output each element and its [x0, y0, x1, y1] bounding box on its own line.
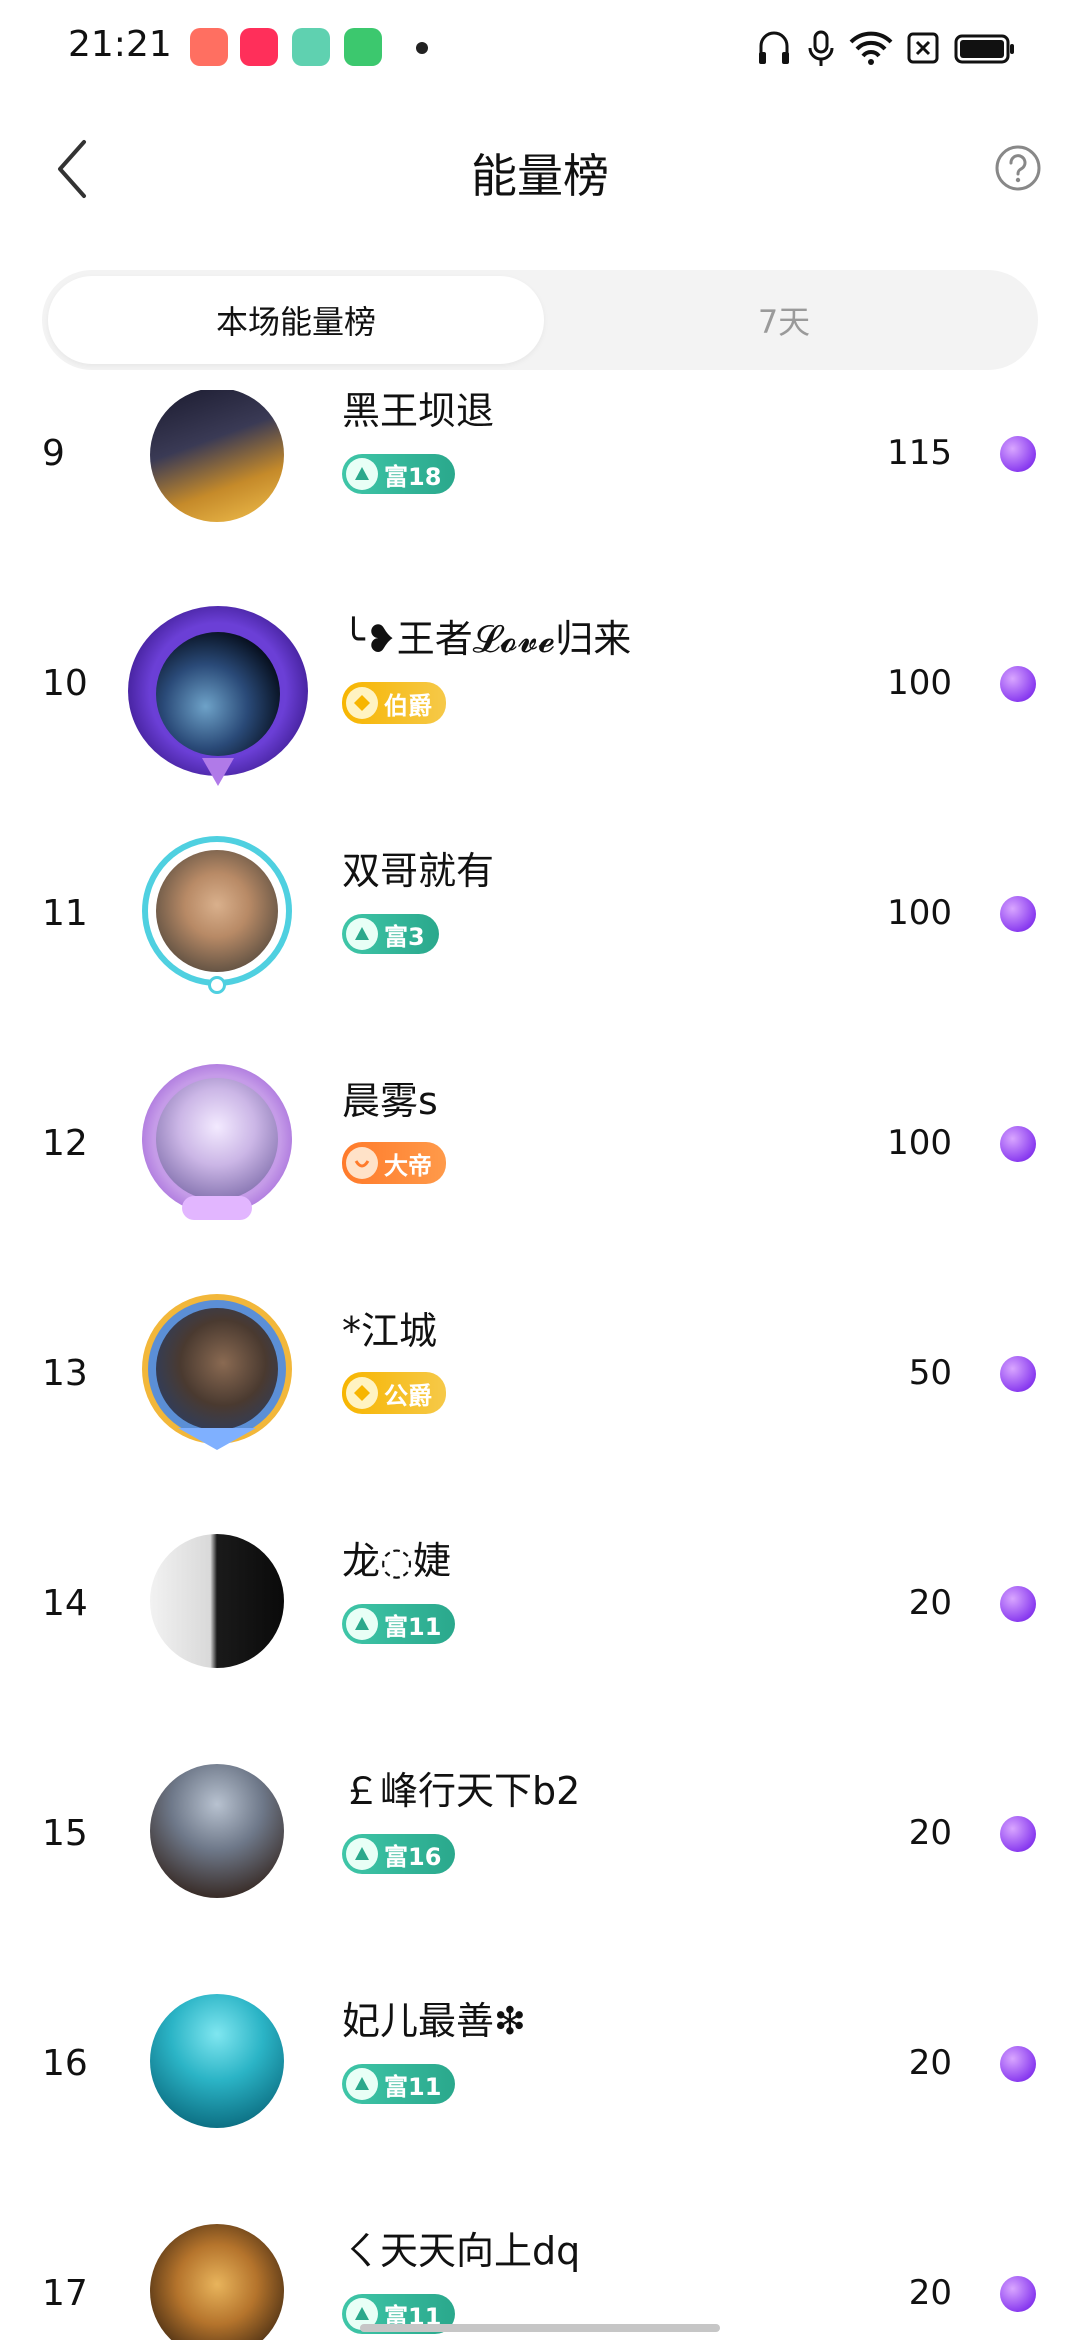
energy-score: 50 — [908, 1353, 952, 1393]
crown-icon — [346, 1147, 378, 1179]
energy-bolt-icon — [1000, 1126, 1036, 1162]
level-badge: 富18 — [342, 454, 456, 494]
tab-7-days[interactable]: 7天 — [536, 276, 1032, 364]
app-icon-1 — [190, 28, 228, 66]
ranking-row[interactable]: 10 ╰❥王者𝓛𝓸𝓿𝓮归来 伯爵 100 — [0, 520, 1080, 786]
ranking-tabs: 本场能量榜 7天 — [42, 270, 1038, 370]
user-name: *江城 — [342, 1309, 438, 1353]
rank-number: 9 — [42, 433, 65, 474]
energy-bolt-icon — [1000, 1356, 1036, 1392]
avatar[interactable] — [142, 390, 292, 530]
user-name: 双哥就有 — [342, 849, 495, 893]
avatar[interactable] — [142, 1294, 292, 1450]
top-app-bar: 能量榜 — [0, 110, 1080, 230]
ranking-row[interactable]: 9 黑王坝退 富18 115 — [0, 390, 1080, 522]
energy-score: 20 — [908, 1583, 952, 1623]
tab-current-session[interactable]: 本场能量榜 — [48, 276, 544, 364]
rank-number: 13 — [42, 1353, 88, 1394]
level-icon — [346, 1838, 378, 1870]
battery-icon — [954, 34, 1014, 64]
microphone-icon — [808, 30, 834, 66]
noble-badge: 公爵 — [342, 1372, 446, 1414]
sim-x-icon — [907, 32, 939, 64]
energy-bolt-icon — [1000, 2046, 1036, 2082]
help-icon[interactable] — [994, 144, 1042, 192]
ranking-list[interactable]: 9 黑王坝退 富18 115 10 ╰❥王者𝓛𝓸𝓿𝓮归来 伯爵 100 11 双… — [0, 390, 1080, 2340]
level-icon — [346, 2068, 378, 2100]
rank-number: 10 — [42, 663, 88, 704]
ranking-row[interactable]: 13 *江城 公爵 50 — [0, 1210, 1080, 1450]
user-name: 晨雾s — [342, 1079, 438, 1123]
ranking-row[interactable]: 15 ￡峰行天下b2 富16 20 — [0, 1670, 1080, 1900]
level-badge: 富11 — [342, 1604, 456, 1644]
rank-number: 12 — [42, 1123, 88, 1164]
energy-bolt-icon — [1000, 1816, 1036, 1852]
level-icon — [346, 1608, 378, 1640]
rank-number: 14 — [42, 1583, 88, 1624]
crown-icon — [346, 1377, 378, 1409]
rank-number: 17 — [42, 2273, 88, 2314]
energy-score: 100 — [887, 893, 952, 933]
energy-score: 20 — [908, 2273, 952, 2313]
status-time: 21:21 — [68, 24, 172, 65]
notification-dot-icon — [416, 42, 428, 54]
ranking-row[interactable]: 12 晨雾s 大帝 100 — [0, 980, 1080, 1220]
app-icon-3 — [292, 28, 330, 66]
rank-number: 16 — [42, 2043, 88, 2084]
user-name: 妃儿最善❇ — [342, 1999, 526, 2043]
video-app-icon — [240, 28, 278, 66]
level-icon — [346, 918, 378, 950]
user-name: 黑王坝退 — [342, 390, 495, 433]
avatar[interactable] — [142, 1756, 292, 1906]
energy-bolt-icon — [1000, 436, 1036, 472]
energy-score: 20 — [908, 1813, 952, 1853]
avatar[interactable] — [142, 1064, 292, 1220]
rank-number: 15 — [42, 1813, 88, 1854]
noble-badge: 伯爵 — [342, 682, 446, 724]
ranking-row[interactable]: 14 龙◌婕 富11 20 — [0, 1440, 1080, 1670]
headphone-icon — [759, 31, 789, 64]
avatar[interactable] — [142, 2216, 292, 2340]
user-name: ㄑ天天向上dq — [342, 2229, 581, 2273]
user-name: ╰❥王者𝓛𝓸𝓿𝓮归来 — [342, 617, 632, 661]
level-icon — [346, 458, 378, 490]
crown-icon — [346, 687, 378, 719]
wifi-icon — [849, 31, 893, 65]
avatar[interactable] — [142, 836, 292, 994]
ranking-row[interactable]: 11 双哥就有 富3 100 — [0, 750, 1080, 994]
level-badge: 富16 — [342, 1834, 456, 1874]
noble-badge: 大帝 — [342, 1142, 446, 1184]
rank-number: 11 — [42, 893, 88, 934]
energy-score: 115 — [887, 433, 952, 473]
energy-bolt-icon — [1000, 896, 1036, 932]
page-title: 能量榜 — [471, 149, 609, 203]
energy-bolt-icon — [1000, 666, 1036, 702]
level-badge: 富3 — [342, 914, 439, 954]
user-name: ￡峰行天下b2 — [342, 1769, 581, 1813]
ranking-row[interactable]: 17 ㄑ天天向上dq 富11 20 — [0, 2130, 1080, 2340]
avatar[interactable] — [142, 1986, 292, 2136]
app-icon-4 — [344, 28, 382, 66]
energy-score: 20 — [908, 2043, 952, 2083]
energy-bolt-icon — [1000, 2276, 1036, 2312]
energy-score: 100 — [887, 663, 952, 703]
energy-score: 100 — [887, 1123, 952, 1163]
level-badge: 富11 — [342, 2064, 456, 2104]
user-name: 龙◌婕 — [342, 1539, 452, 1583]
ranking-row[interactable]: 16 妃儿最善❇ 富11 20 — [0, 1900, 1080, 2130]
energy-bolt-icon — [1000, 1586, 1036, 1622]
avatar[interactable] — [142, 1526, 292, 1676]
status-bar: 21:21 — [0, 0, 1080, 96]
home-indicator[interactable] — [360, 2324, 720, 2332]
